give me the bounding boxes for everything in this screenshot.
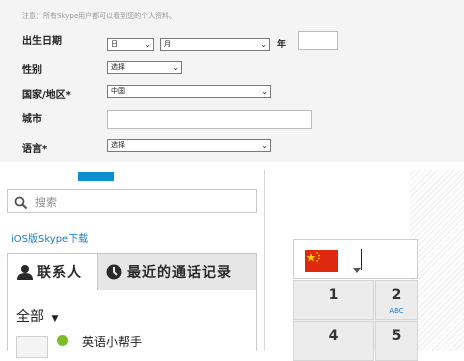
- birth-year-label: 年: [277, 40, 287, 50]
- gender-value: 选择: [111, 63, 125, 71]
- caret-down-icon: ▼: [51, 314, 59, 324]
- filter-dropdown[interactable]: 全部 ▼: [16, 306, 58, 326]
- dial-key-digit: 2: [391, 287, 402, 303]
- tab-contacts[interactable]: 联系人: [8, 254, 98, 290]
- birth-day-value: 日: [111, 40, 118, 48]
- chevron-down-icon: ⌄: [261, 141, 268, 150]
- dial-key-digit: 1: [328, 287, 339, 303]
- dial-key-digit: 4: [328, 328, 339, 344]
- panel-divider: [264, 170, 265, 351]
- birth-month-value: 月: [164, 40, 171, 48]
- dial-key-1[interactable]: 1: [293, 280, 374, 320]
- chevron-down-icon: ⌄: [144, 40, 151, 49]
- language-value: 选择: [111, 141, 125, 149]
- country-value: 中国: [111, 87, 125, 95]
- chevron-down-icon: ⌄: [261, 87, 268, 96]
- city-input[interactable]: [107, 110, 312, 129]
- text-cursor: [361, 249, 362, 270]
- china-flag-icon: [305, 250, 338, 272]
- tab-recent-label: 最近的通话记录: [127, 265, 232, 281]
- person-icon: [17, 264, 33, 280]
- dial-key-5[interactable]: 5: [375, 321, 418, 361]
- country-flag-button[interactable]: [305, 250, 361, 273]
- contact-name[interactable]: 英语小帮手: [82, 333, 142, 350]
- dial-key-4[interactable]: 4: [293, 321, 374, 361]
- dial-key-letters: ABC: [389, 307, 404, 315]
- tab-contacts-label: 联系人: [37, 265, 82, 281]
- chevron-down-icon: ⌄: [260, 40, 267, 49]
- birthdate-label: 出生日期: [22, 36, 62, 47]
- country-select[interactable]: 中国 ⌄: [107, 85, 271, 98]
- chevron-down-icon: ⌄: [172, 63, 179, 72]
- online-status-icon: [57, 335, 68, 346]
- gender-select[interactable]: 选择 ⌄: [107, 61, 182, 74]
- gender-label: 性别: [22, 65, 42, 76]
- language-select[interactable]: 选择 ⌄: [107, 139, 271, 152]
- tab-recent-calls[interactable]: 最近的通话记录: [98, 254, 256, 290]
- search-icon: [14, 195, 28, 214]
- dial-key-digit: 5: [391, 328, 402, 344]
- profile-form-panel: 注意：所有Skype用户都可以看到您的个人资料。 出生日期 日 ⌄ 月 ⌄ 年 …: [0, 0, 464, 162]
- avatar: [16, 336, 48, 358]
- dialpad: 1 2 ABC 4 5: [293, 280, 418, 361]
- accent-bar: [78, 172, 114, 181]
- caret-down-icon: [353, 268, 361, 273]
- birth-day-select[interactable]: 日 ⌄: [107, 38, 154, 51]
- search-input[interactable]: 搜索: [7, 189, 257, 213]
- clock-icon: [106, 264, 122, 280]
- country-label: 国家/地区*: [22, 90, 71, 101]
- ios-download-link[interactable]: iOS版Skype下载: [11, 230, 88, 245]
- contact-list-panel: 全部 ▼ 英语小帮手: [7, 290, 257, 358]
- contact-tabs: 联系人 最近的通话记录: [7, 253, 257, 291]
- profile-visibility-note: 注意：所有Skype用户都可以看到您的个人资料。: [22, 12, 177, 20]
- hatched-background: [410, 170, 464, 351]
- dial-key-2[interactable]: 2 ABC: [375, 280, 418, 320]
- city-label: 城市: [22, 114, 42, 125]
- search-placeholder: 搜索: [35, 196, 57, 209]
- dial-number-input[interactable]: [293, 239, 418, 279]
- language-label: 语言*: [22, 144, 48, 155]
- birth-year-input[interactable]: [298, 31, 338, 50]
- birth-month-select[interactable]: 月 ⌄: [160, 38, 270, 51]
- filter-label: 全部: [16, 309, 44, 325]
